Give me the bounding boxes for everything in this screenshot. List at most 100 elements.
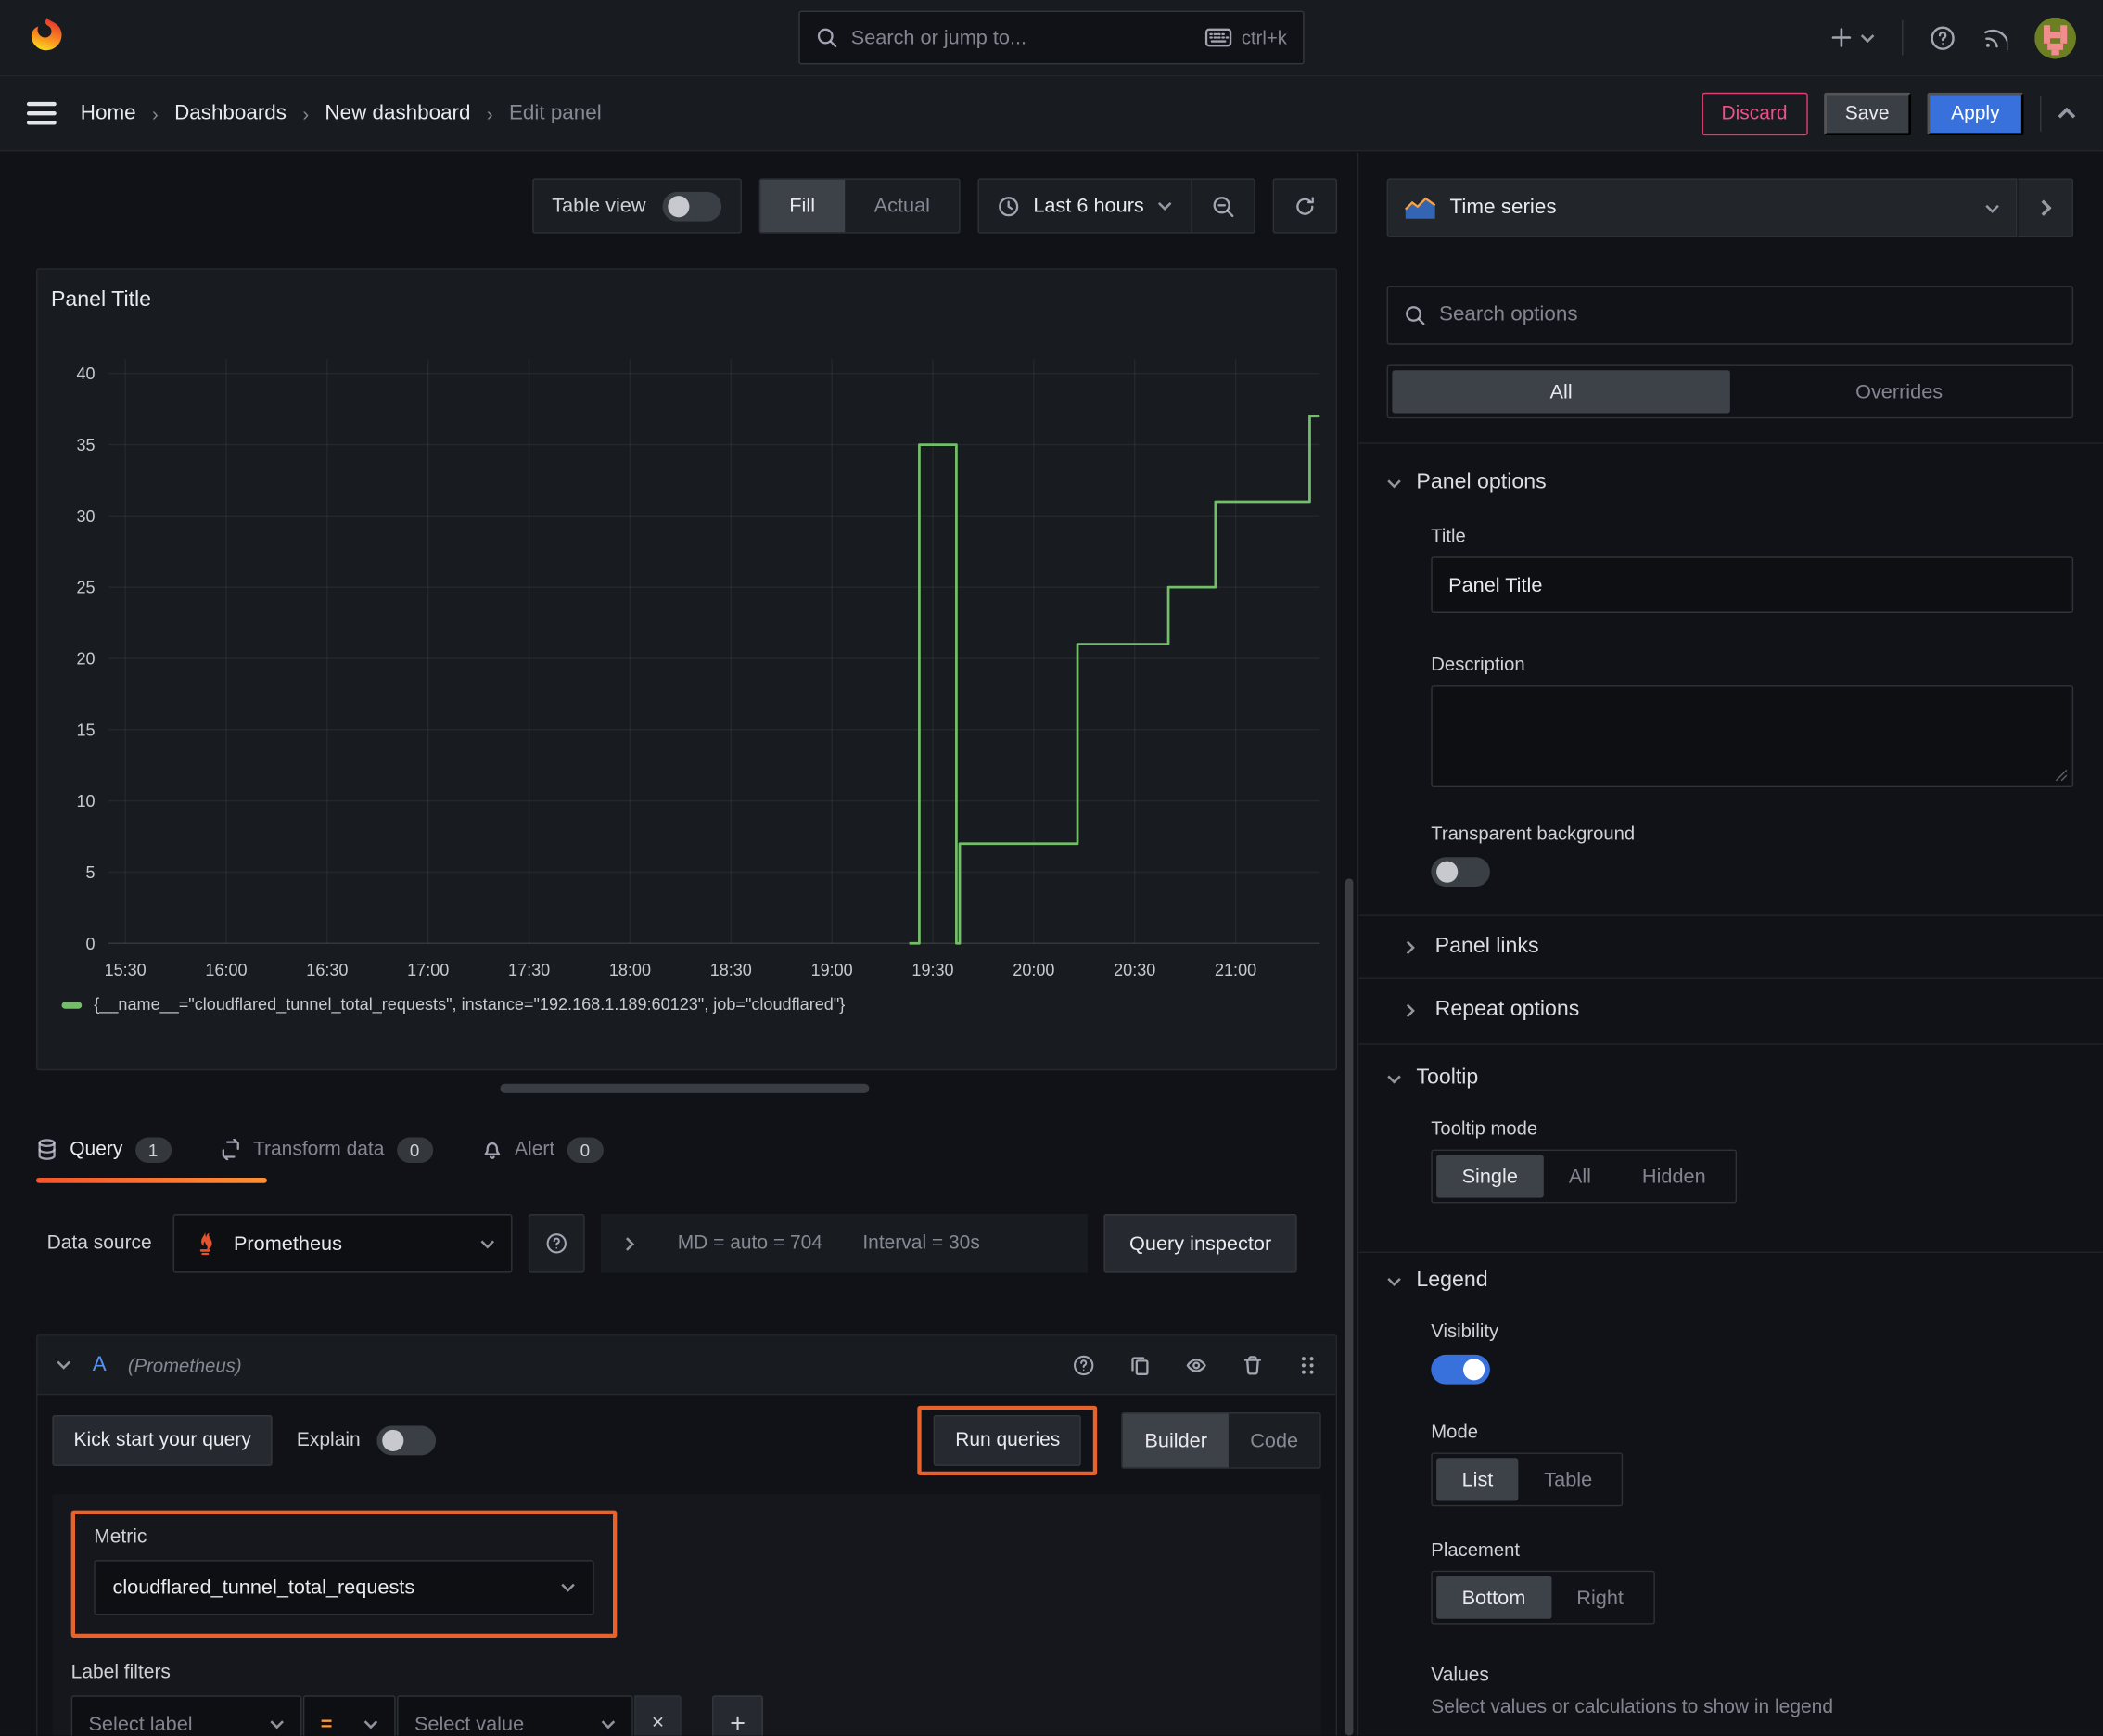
apply-button[interactable]: Apply [1927, 92, 2024, 135]
keyboard-icon [1205, 28, 1232, 47]
svg-text:17:30: 17:30 [508, 961, 550, 979]
transparent-background-toggle[interactable] [1431, 857, 1490, 887]
builder-option[interactable]: Builder [1123, 1413, 1230, 1468]
fill-option[interactable]: Fill [759, 179, 845, 233]
legend-header[interactable]: Legend [1387, 1269, 2074, 1293]
divider [1358, 1251, 2103, 1253]
table-view-toggle[interactable] [661, 191, 721, 221]
svg-text:20: 20 [77, 649, 96, 668]
rss-icon [1984, 29, 2008, 50]
query-row-actions [1073, 1354, 1317, 1375]
drag-handle-icon[interactable] [1298, 1354, 1317, 1375]
news-button[interactable] [1982, 25, 2008, 50]
chevron-down-icon [561, 1583, 575, 1592]
select-label-dropdown[interactable]: Select label [70, 1695, 302, 1736]
chart-legend[interactable]: {__name__="cloudflared_tunnel_total_requ… [61, 995, 845, 1014]
refresh-button[interactable] [1272, 178, 1338, 234]
discard-button[interactable]: Discard [1701, 92, 1808, 135]
kick-start-button[interactable]: Kick start your query [52, 1414, 273, 1466]
options-search-placeholder: Search options [1438, 302, 1578, 326]
transparent-background-label: Transparent background [1431, 822, 1636, 844]
help-button[interactable] [1930, 25, 1955, 50]
placement-right[interactable]: Right [1551, 1576, 1650, 1619]
legend-mode-segmented: List Table [1431, 1452, 1624, 1507]
time-range-picker[interactable]: Last 6 hours [980, 180, 1192, 232]
visibility-label: Visibility [1431, 1320, 1499, 1342]
tooltip-mode-all[interactable]: All [1543, 1155, 1616, 1197]
breadcrumb-dashboards[interactable]: Dashboards [174, 101, 287, 125]
query-options-collapsed[interactable]: MD = auto = 704 Interval = 30s [601, 1213, 1089, 1273]
datasource-picker[interactable]: Prometheus [172, 1213, 513, 1273]
table-view-control: Table view [531, 178, 742, 234]
collapse-options-icon[interactable] [2058, 107, 2076, 120]
add-filter-button[interactable]: + [712, 1695, 764, 1736]
chevron-down-icon [1860, 33, 1875, 43]
options-search-input[interactable]: Search options [1386, 286, 2074, 345]
time-series-icon [1405, 196, 1436, 219]
panel-title-input[interactable] [1431, 556, 2074, 614]
menu-toggle[interactable] [26, 101, 57, 125]
visualization-picker[interactable]: Time series [1386, 178, 2018, 238]
scrollbar[interactable] [1345, 878, 1354, 1736]
svg-text:40: 40 [77, 364, 96, 383]
tooltip-header[interactable]: Tooltip [1387, 1066, 2074, 1091]
viz-suggestions-button[interactable] [2017, 178, 2074, 238]
description-textarea[interactable] [1431, 685, 2074, 788]
datasource-row: Data source Prometheus MD = auto = 704 I… [47, 1213, 1297, 1273]
zoom-out-button[interactable] [1192, 180, 1255, 232]
select-value-dropdown[interactable]: Select value [397, 1695, 633, 1736]
delete-query-icon[interactable] [1242, 1354, 1263, 1375]
alert-count-badge: 0 [567, 1136, 604, 1163]
tab-query[interactable]: Query 1 [36, 1136, 172, 1163]
chevron-down-icon [1387, 479, 1401, 488]
legend-visibility-toggle[interactable] [1431, 1354, 1490, 1385]
panel-links-section[interactable]: Panel links [1387, 916, 2074, 978]
operator-dropdown[interactable]: = [302, 1695, 396, 1736]
panel-options-sidebar: Time series Search options All Overrides… [1357, 152, 2103, 1736]
panel-options-header[interactable]: Panel options [1387, 471, 2074, 495]
tab-transform-data[interactable]: Transform data 0 [220, 1136, 433, 1163]
avatar[interactable] [2034, 17, 2077, 58]
add-new-button[interactable] [1829, 25, 1875, 49]
query-inspector-button[interactable]: Query inspector [1103, 1213, 1297, 1273]
plus-icon [1831, 28, 1852, 47]
tab-overrides[interactable]: Overrides [1730, 370, 2068, 413]
tooltip-mode-single[interactable]: Single [1436, 1155, 1544, 1198]
tab-alert[interactable]: Alert 0 [481, 1136, 604, 1163]
legend-mode-table[interactable]: Table [1519, 1458, 1618, 1500]
grafana-edit-panel-page: Search or jump to... ctrl+k Home › Dashb… [0, 0, 2103, 1736]
repeat-options-section[interactable]: Repeat options [1387, 979, 2074, 1041]
breadcrumb-home[interactable]: Home [81, 101, 136, 125]
breadcrumb-new-dashboard[interactable]: New dashboard [325, 101, 470, 125]
duplicate-query-icon[interactable] [1129, 1354, 1151, 1375]
chevron-down-icon [1157, 201, 1172, 211]
metric-select[interactable]: cloudflared_tunnel_total_requests [94, 1560, 594, 1615]
remove-filter-button[interactable]: × [634, 1695, 682, 1736]
help-icon [1931, 25, 1955, 50]
query-row-header[interactable]: A (Prometheus) [37, 1335, 1336, 1396]
grafana-logo[interactable] [27, 16, 67, 60]
placement-bottom[interactable]: Bottom [1436, 1576, 1551, 1619]
fill-actual-segmented: Fill Actual [758, 178, 962, 234]
tab-all[interactable]: All [1392, 370, 1730, 414]
panel-resize-handle[interactable] [500, 1083, 870, 1093]
table-view-label: Table view [552, 194, 646, 218]
toggle-visibility-icon[interactable] [1186, 1354, 1207, 1375]
search-input[interactable]: Search or jump to... ctrl+k [798, 10, 1305, 65]
svg-text:0: 0 [86, 935, 96, 953]
query-help-icon[interactable] [1073, 1354, 1094, 1375]
actual-option[interactable]: Actual [845, 180, 960, 232]
svg-text:30: 30 [77, 507, 96, 526]
builder-code-segmented: Builder Code [1121, 1412, 1321, 1469]
explain-toggle[interactable] [376, 1425, 436, 1456]
datasource-help-button[interactable] [529, 1213, 585, 1273]
chevron-down-icon [1985, 204, 1999, 213]
code-option[interactable]: Code [1229, 1414, 1319, 1468]
tooltip-mode-hidden[interactable]: Hidden [1616, 1155, 1731, 1197]
run-queries-button[interactable]: Run queries [934, 1414, 1082, 1466]
legend-label[interactable]: {__name__="cloudflared_tunnel_total_requ… [94, 995, 845, 1014]
chart-svg[interactable]: 15:30 16:00 16:30 17:00 17:30 18:00 18:30 19:00… [37, 270, 1335, 1069]
description-label: Description [1431, 653, 1525, 675]
save-button[interactable]: Save [1823, 92, 1911, 135]
legend-mode-list[interactable]: List [1436, 1458, 1519, 1501]
